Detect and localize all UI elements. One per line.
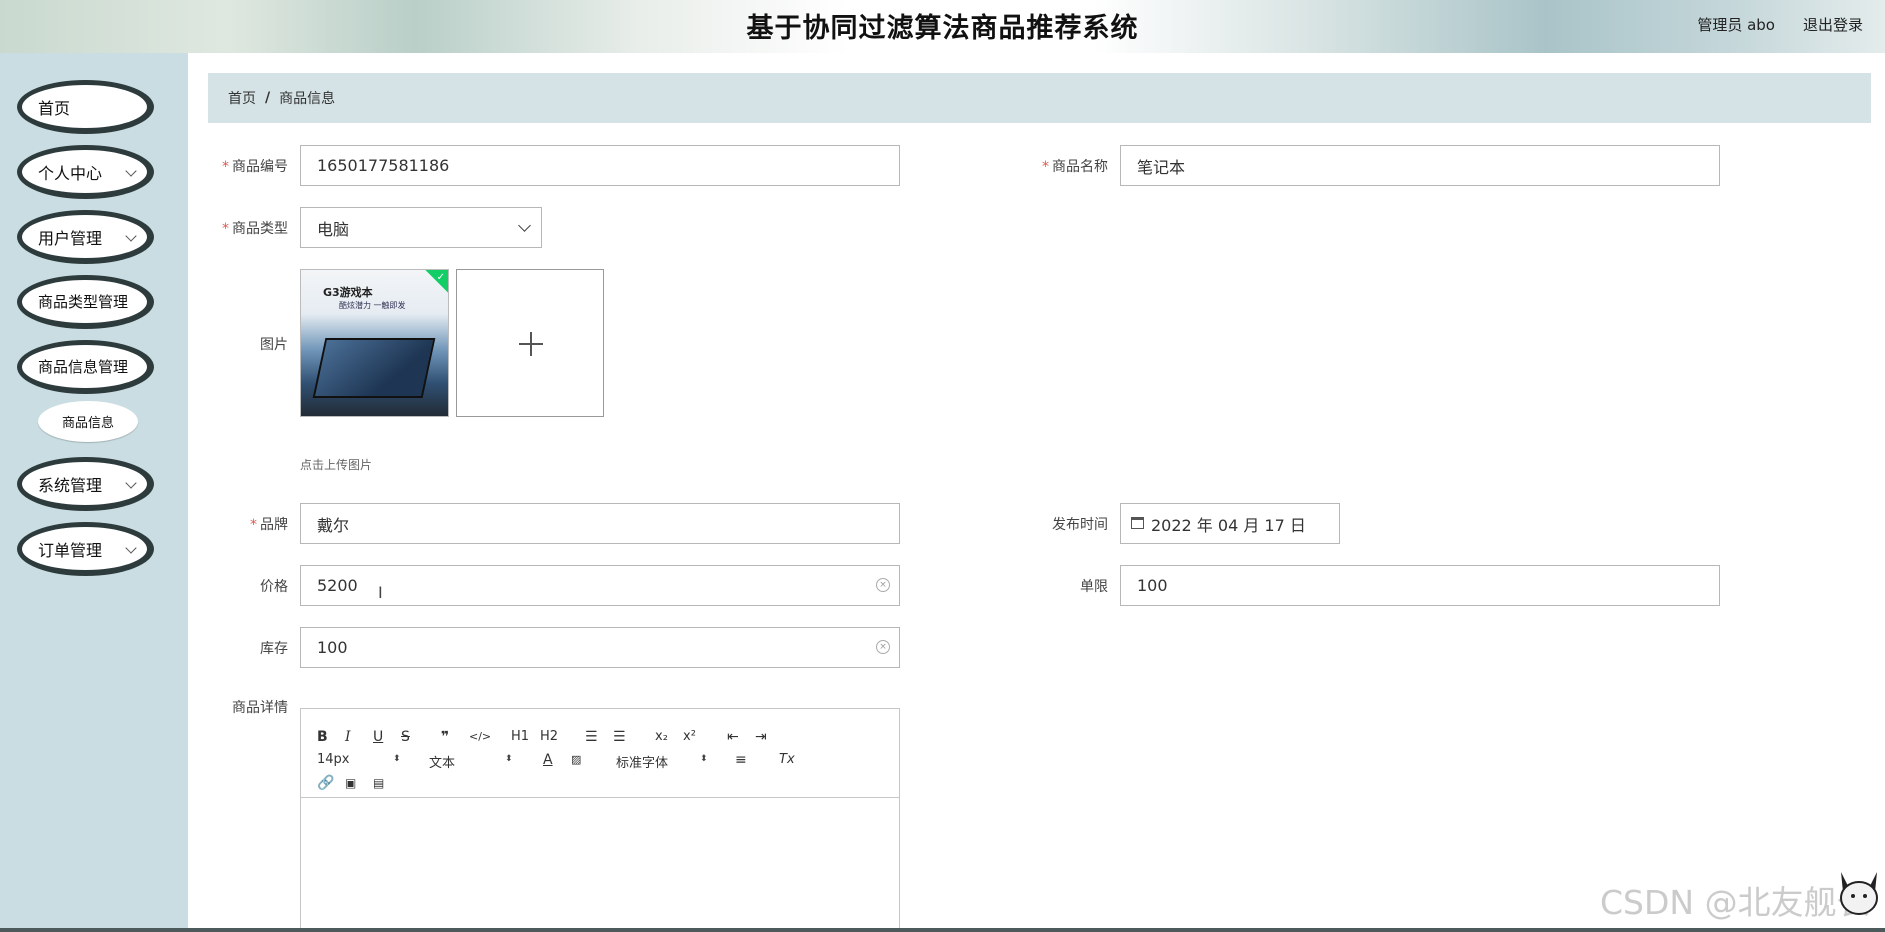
ordered-list-icon[interactable]: ☰ — [585, 728, 598, 746]
brand-label: * 品牌 — [250, 517, 288, 533]
upload-hint: 点击上传图片 — [300, 458, 373, 472]
sidebar-item-user-management[interactable]: 用户管理 — [17, 210, 154, 264]
logout-button[interactable]: 退出登录 — [1803, 14, 1863, 35]
sidebar-item-label: 用户管理 — [38, 228, 103, 248]
chevron-down-icon — [125, 477, 137, 489]
image-icon[interactable]: ▣ — [345, 774, 356, 792]
editor-content-area[interactable] — [301, 798, 899, 932]
per-order-limit-input[interactable]: 100 — [1120, 565, 1720, 606]
background-color-icon[interactable]: ▨ — [571, 751, 581, 769]
text-type-select[interactable]: 文本 ⬍ — [429, 752, 513, 771]
product-code-input[interactable]: 1650177581186 — [300, 145, 900, 186]
name-label: * 商品名称 — [1042, 159, 1108, 175]
italic-button[interactable]: I — [345, 728, 351, 746]
sidebar-item-label: 个人中心 — [38, 163, 103, 183]
laptop-image — [312, 338, 436, 398]
link-icon[interactable]: 🔗 — [317, 774, 334, 792]
video-icon[interactable]: ▤ — [373, 774, 384, 792]
calendar-icon — [1131, 517, 1144, 529]
align-icon[interactable]: ≡ — [735, 751, 747, 769]
price-label: 价格 — [260, 579, 288, 595]
sidebar-item-label: 系统管理 — [38, 475, 103, 495]
sidebar-item-product-type-management[interactable]: 商品类型管理 — [17, 275, 154, 329]
bottom-divider — [0, 928, 1885, 932]
updown-icon: ⬍ — [700, 754, 708, 764]
font-family-select[interactable]: 标准字体 ⬍ — [616, 752, 708, 771]
rich-text-editor: B I U S ❞ </> H1 H2 ☰ ☰ x₂ x² ⇤ ⇥ 14px ⬍… — [300, 708, 900, 932]
heading1-button[interactable]: H1 — [511, 728, 529, 746]
blockquote-icon[interactable]: ❞ — [441, 728, 449, 746]
code-block-icon[interactable]: </> — [469, 728, 491, 746]
sidebar-item-label: 商品类型管理 — [38, 293, 129, 311]
top-header: 基于协同过滤算法商品推荐系统 管理员 abo 退出登录 — [0, 0, 1885, 53]
updown-icon: ⬍ — [505, 754, 513, 764]
plus-icon — [530, 332, 532, 356]
outdent-icon[interactable]: ⇤ — [727, 728, 739, 746]
publish-time-label: 发布时间 — [1052, 517, 1108, 533]
current-user: 管理员 abo — [1697, 16, 1775, 34]
chevron-down-icon — [125, 542, 137, 554]
product-name-input[interactable]: 笔记本 — [1120, 145, 1720, 186]
uploaded-image-thumbnail[interactable]: G3游戏本 酷炫潜力 一触即发 ✓ — [300, 269, 449, 417]
clear-format-button[interactable]: Tx — [779, 751, 795, 769]
sidebar-subitem-product-info[interactable]: 商品信息 — [38, 401, 138, 442]
detail-label: 商品详情 — [232, 700, 288, 716]
sidebar-item-personal-center[interactable]: 个人中心 — [17, 145, 154, 199]
sidebar-item-label: 商品信息管理 — [38, 358, 129, 376]
sidebar-item-label: 订单管理 — [38, 540, 103, 560]
font-size-select[interactable]: 14px ⬍ — [317, 752, 401, 767]
text-cursor-icon: I — [378, 583, 383, 602]
publish-date-picker[interactable]: 2022 年 04 月 17 日 — [1120, 503, 1340, 544]
price-input[interactable]: 5200 × — [300, 565, 900, 606]
watermark: CSDN @北友舰长 — [1600, 883, 1870, 922]
sidebar-item-product-info-management[interactable]: 商品信息管理 — [17, 340, 154, 394]
breadcrumb-separator: / — [265, 90, 271, 106]
clear-icon[interactable]: × — [876, 640, 890, 654]
sidebar: 首页 个人中心 用户管理 商品类型管理 商品信息管理 商品信息 系统管理 订单管… — [0, 53, 188, 932]
image-label: 图片 — [260, 337, 288, 353]
editor-toolbar: B I U S ❞ </> H1 H2 ☰ ☰ x₂ x² ⇤ ⇥ 14px ⬍… — [301, 709, 899, 798]
breadcrumb-home[interactable]: 首页 — [228, 88, 256, 108]
strike-button[interactable]: S — [401, 728, 410, 746]
breadcrumb-current: 商品信息 — [279, 91, 336, 107]
thumbnail-title: G3游戏本 — [323, 286, 373, 299]
sidebar-item-label: 首页 — [38, 98, 71, 118]
system-title: 基于协同过滤算法商品推荐系统 — [746, 13, 1139, 44]
image-upload-button[interactable] — [456, 269, 604, 417]
check-icon: ✓ — [436, 272, 445, 283]
superscript-button[interactable]: x² — [683, 728, 696, 746]
code-label: * 商品编号 — [222, 159, 288, 175]
indent-icon[interactable]: ⇥ — [755, 728, 767, 746]
chevron-down-icon — [125, 230, 137, 242]
font-color-button[interactable]: A — [543, 751, 553, 769]
stock-input[interactable]: 100 × — [300, 627, 900, 668]
thumbnail-subtitle: 酷炫潜力 一触即发 — [339, 301, 406, 310]
clear-icon[interactable]: × — [876, 578, 890, 592]
cat-mascot-icon — [1840, 872, 1878, 915]
sidebar-item-order-management[interactable]: 订单管理 — [17, 522, 154, 576]
subscript-button[interactable]: x₂ — [655, 728, 668, 746]
brand-input[interactable]: 戴尔 — [300, 503, 900, 544]
underline-button[interactable]: U — [373, 728, 383, 746]
breadcrumb: 首页 / 商品信息 — [208, 73, 1871, 123]
updown-icon: ⬍ — [393, 754, 401, 764]
stock-label: 库存 — [260, 641, 288, 657]
chevron-down-icon — [518, 219, 531, 232]
sidebar-item-system-management[interactable]: 系统管理 — [17, 457, 154, 511]
product-type-select[interactable]: 电脑 — [300, 207, 542, 248]
sidebar-item-home[interactable]: 首页 — [17, 80, 154, 134]
chevron-down-icon — [125, 165, 137, 177]
bullet-list-icon[interactable]: ☰ — [613, 728, 626, 746]
bold-button[interactable]: B — [317, 728, 328, 746]
type-label: * 商品类型 — [222, 221, 288, 237]
limit-label: 单限 — [1080, 579, 1108, 595]
heading2-button[interactable]: H2 — [540, 728, 558, 746]
